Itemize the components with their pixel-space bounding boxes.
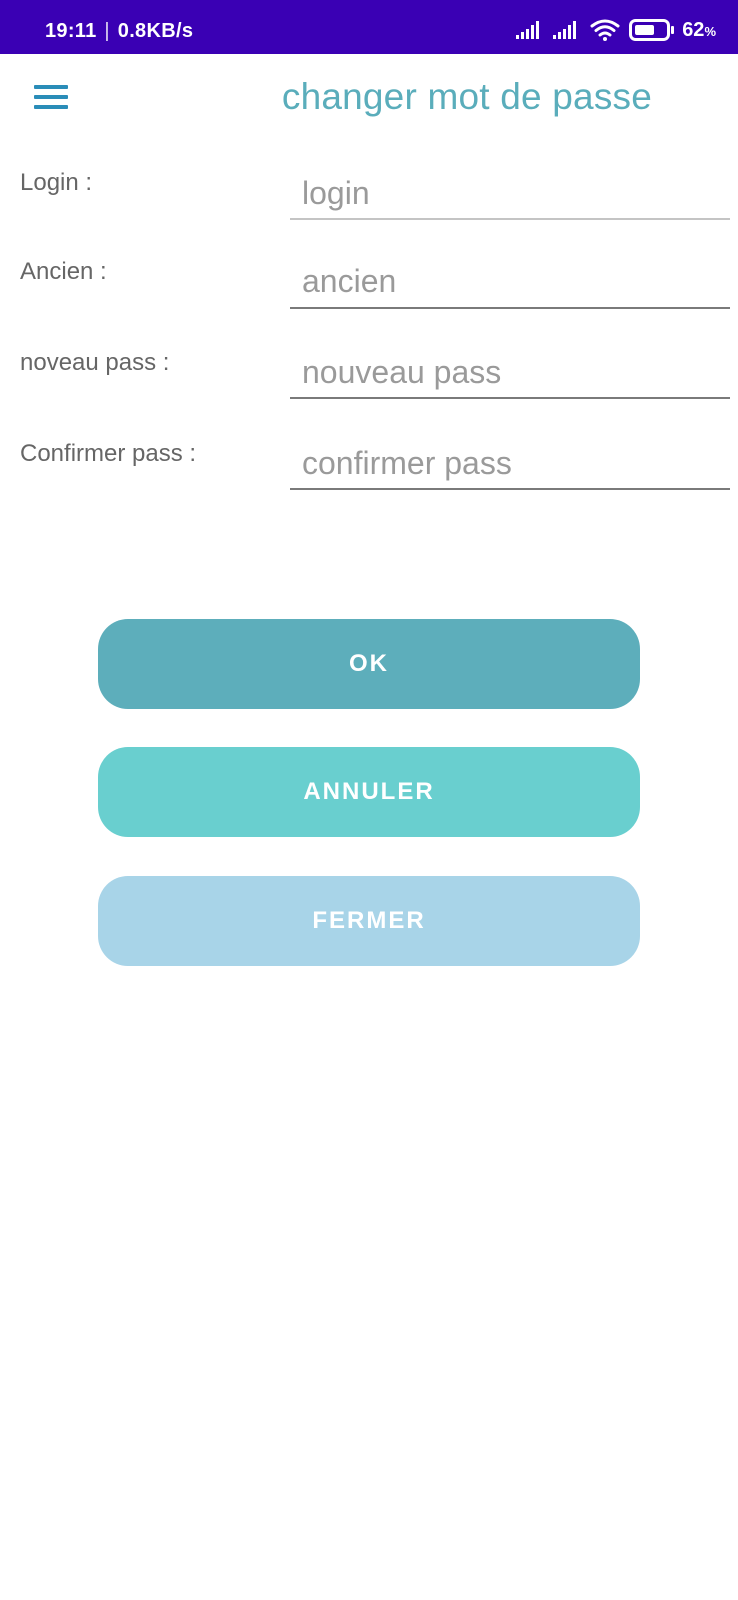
signal-icon [553, 21, 577, 39]
battery-percent: 62% [682, 19, 716, 42]
login-underline [290, 218, 730, 220]
old-password-label: Ancien : [20, 258, 107, 285]
hamburger-menu-icon[interactable] [34, 82, 70, 112]
status-time: 19:11 [45, 20, 97, 42]
status-separator: | [104, 20, 110, 42]
signal-icon [516, 21, 540, 39]
wifi-icon [590, 19, 620, 41]
confirm-password-input[interactable] [290, 438, 730, 488]
old-password-underline [290, 307, 730, 309]
login-label: Login : [20, 169, 93, 196]
confirm-password-underline [290, 488, 730, 490]
cancel-button[interactable]: ANNULER [98, 747, 640, 837]
status-bar: 19:11 | 0.8KB/s 62% [0, 0, 738, 54]
battery-value: 62 [682, 18, 705, 41]
status-left: 19:11 | 0.8KB/s [45, 20, 193, 43]
close-button[interactable]: FERMER [98, 876, 640, 966]
status-network-speed: 0.8KB/s [117, 20, 194, 42]
new-password-input[interactable] [290, 347, 730, 397]
status-right: 62% [516, 18, 716, 42]
new-password-label: noveau pass : [20, 349, 170, 376]
battery-icon [629, 19, 675, 41]
page-title: changer mot de passe [281, 76, 652, 117]
confirm-password-label: Confirmer pass : [20, 440, 197, 467]
battery-unit: % [704, 23, 716, 39]
old-password-input[interactable] [290, 256, 730, 306]
ok-button[interactable]: OK [98, 619, 640, 709]
new-password-underline [290, 397, 730, 399]
app-bar: changer mot de passe [0, 54, 738, 140]
login-input[interactable] [290, 168, 730, 218]
